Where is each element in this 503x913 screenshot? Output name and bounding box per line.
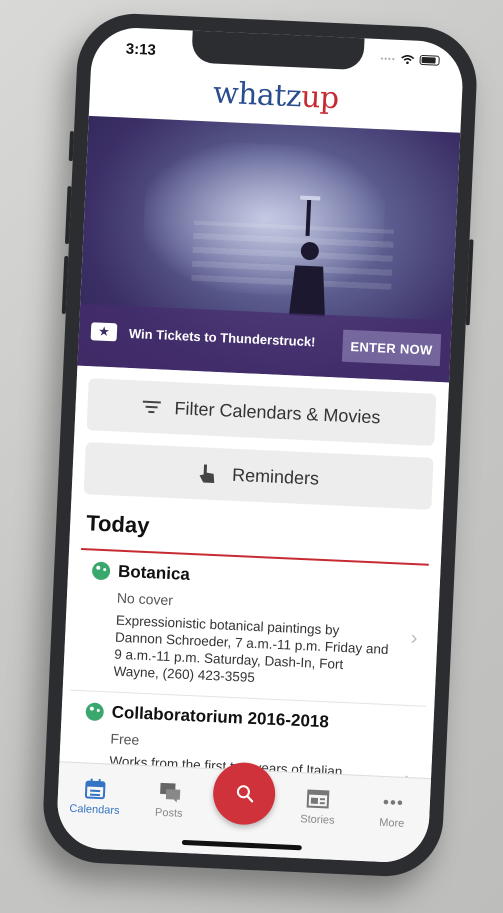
tab-label: Calendars (69, 802, 120, 817)
home-indicator[interactable] (181, 839, 302, 851)
filter-label: Filter Calendars & Movies (174, 397, 381, 427)
app-logo[interactable]: whatzup (89, 70, 462, 122)
event-item[interactable]: Botanica No cover Expressionistic botani… (70, 549, 433, 707)
events-content[interactable]: Filter Calendars & Movies Reminders Toda… (59, 365, 450, 779)
wifi-icon (401, 55, 415, 65)
tab-search[interactable] (211, 761, 277, 827)
reminders-label: Reminders (231, 464, 320, 489)
reminders-button[interactable]: Reminders (83, 442, 434, 510)
phone-frame: 3:13 •••• whatzup ★ Win Tickets to Thund… (40, 11, 480, 879)
tab-stories[interactable]: Stories (287, 787, 349, 828)
tab-more[interactable]: More (361, 790, 423, 831)
newspaper-icon (306, 789, 330, 809)
status-icons: •••• (380, 53, 440, 66)
section-title: Today (85, 510, 150, 539)
chevron-right-icon: › (410, 627, 418, 650)
filter-button[interactable]: Filter Calendars & Movies (86, 378, 437, 446)
search-icon (236, 785, 254, 803)
palette-icon (91, 561, 111, 581)
tab-posts[interactable]: Posts (139, 780, 201, 821)
notch (191, 28, 365, 71)
tab-bar: Calendars Posts Stories More (55, 761, 432, 865)
tap-hand-icon (200, 464, 215, 483)
event-title: Botanica (117, 561, 191, 584)
status-time: 3:13 (125, 40, 157, 59)
scene-background: 3:13 •••• whatzup ★ Win Tickets to Thund… (0, 0, 503, 913)
battery-icon (419, 54, 440, 66)
ticket-star-icon: ★ (90, 322, 118, 342)
calendar-icon (85, 778, 106, 800)
event-description: Expressionistic botanical paintings by D… (113, 612, 389, 685)
tab-calendars[interactable]: Calendars (64, 777, 126, 818)
power-button (465, 239, 474, 326)
event-title-row: Collaboratorium 2016-2018 (85, 701, 386, 735)
enter-now-button[interactable]: ENTER NOW (341, 329, 442, 367)
volume-up-button (64, 186, 72, 245)
mute-switch (68, 131, 75, 162)
signal-icon: •••• (380, 53, 396, 64)
promo-banner[interactable]: ★ Win Tickets to Thunderstruck! ENTER NO… (77, 115, 461, 383)
event-title: Collaboratorium 2016-2018 (111, 702, 330, 732)
chat-icon (159, 782, 180, 803)
filter-icon (142, 400, 161, 414)
promo-text: Win Tickets to Thunderstruck! (128, 325, 316, 350)
tab-label: Posts (154, 806, 183, 820)
logo-part-1: whatz (212, 75, 302, 115)
event-title-row: Botanica (91, 561, 393, 595)
palette-icon (85, 702, 105, 722)
search-button[interactable] (211, 761, 277, 827)
tab-label: Stories (300, 813, 335, 827)
phone-screen: 3:13 •••• whatzup ★ Win Tickets to Thund… (55, 25, 465, 865)
tab-label: More (378, 816, 405, 830)
performer-image (288, 195, 325, 317)
volume-down-button (61, 255, 69, 315)
more-icon (383, 799, 402, 806)
logo-part-2: up (300, 79, 340, 117)
